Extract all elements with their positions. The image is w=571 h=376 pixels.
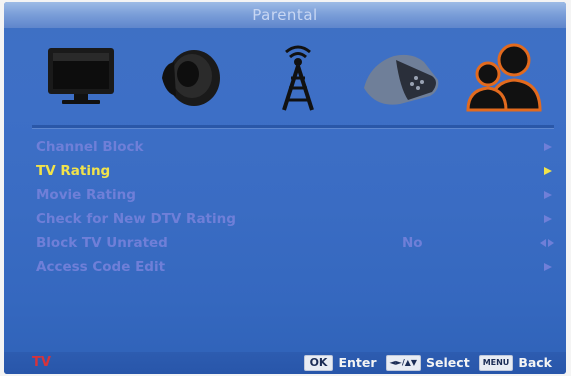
users-icon — [466, 43, 542, 112]
menu-item-label: Access Code Edit — [36, 259, 166, 275]
back-hint: Back — [518, 355, 552, 370]
tab-channel[interactable] — [260, 38, 336, 114]
tv-icon — [48, 48, 114, 104]
select-keys: ◄►/▲▼ — [385, 355, 422, 371]
tab-parental[interactable] — [462, 38, 542, 114]
menu-item-movie-rating[interactable]: Movie Rating — [4, 183, 566, 207]
arrow-right-icon — [544, 143, 552, 151]
category-tabs — [4, 32, 566, 120]
tab-picture[interactable] — [44, 38, 120, 114]
arrow-right-icon — [544, 215, 552, 223]
arrow-right-icon — [544, 167, 552, 175]
menu-item-value: No — [402, 235, 423, 251]
menu-title: Parental — [252, 6, 318, 24]
tab-setup[interactable] — [360, 38, 439, 114]
hand-remote-icon — [364, 54, 439, 105]
menu-item-tv-rating[interactable]: TV Rating — [4, 159, 566, 183]
title-bar: Parental — [4, 2, 566, 28]
ok-key: OK — [303, 355, 334, 371]
menu-item-check-new-dtv-rating[interactable]: Check for New DTV Rating — [4, 207, 566, 231]
speaker-icon — [162, 50, 220, 106]
enter-hint: Enter — [338, 355, 377, 370]
menu-item-channel-block[interactable]: Channel Block — [4, 135, 566, 159]
arrow-right-icon — [544, 191, 552, 199]
menu-key: MENU — [478, 355, 514, 371]
select-hint: Select — [426, 355, 470, 370]
tv-screen: Parental Channel Block TV Rating Movie R… — [0, 0, 571, 376]
key-hints: OK Enter ◄►/▲▼ Select MENU Back — [303, 353, 556, 373]
menu-item-label: Block TV Unrated — [36, 235, 168, 251]
input-source: TV — [32, 355, 51, 370]
menu-item-label: Movie Rating — [36, 187, 136, 203]
menu-item-label: TV Rating — [36, 163, 111, 179]
menu-item-label: Check for New DTV Rating — [36, 211, 236, 227]
left-right-arrows-icon — [540, 239, 556, 247]
menu-item-block-tv-unrated[interactable]: Block TV Unrated No — [4, 231, 566, 255]
divider — [32, 125, 554, 128]
menu-item-access-code-edit[interactable]: Access Code Edit — [4, 255, 566, 279]
osd-panel: Parental Channel Block TV Rating Movie R… — [4, 2, 566, 374]
tab-sound[interactable] — [152, 38, 228, 114]
arrow-right-icon — [544, 263, 552, 271]
menu-item-label: Channel Block — [36, 139, 144, 155]
footer-bar: TV OK Enter ◄►/▲▼ Select MENU Back — [4, 352, 566, 374]
antenna-icon — [282, 45, 314, 111]
